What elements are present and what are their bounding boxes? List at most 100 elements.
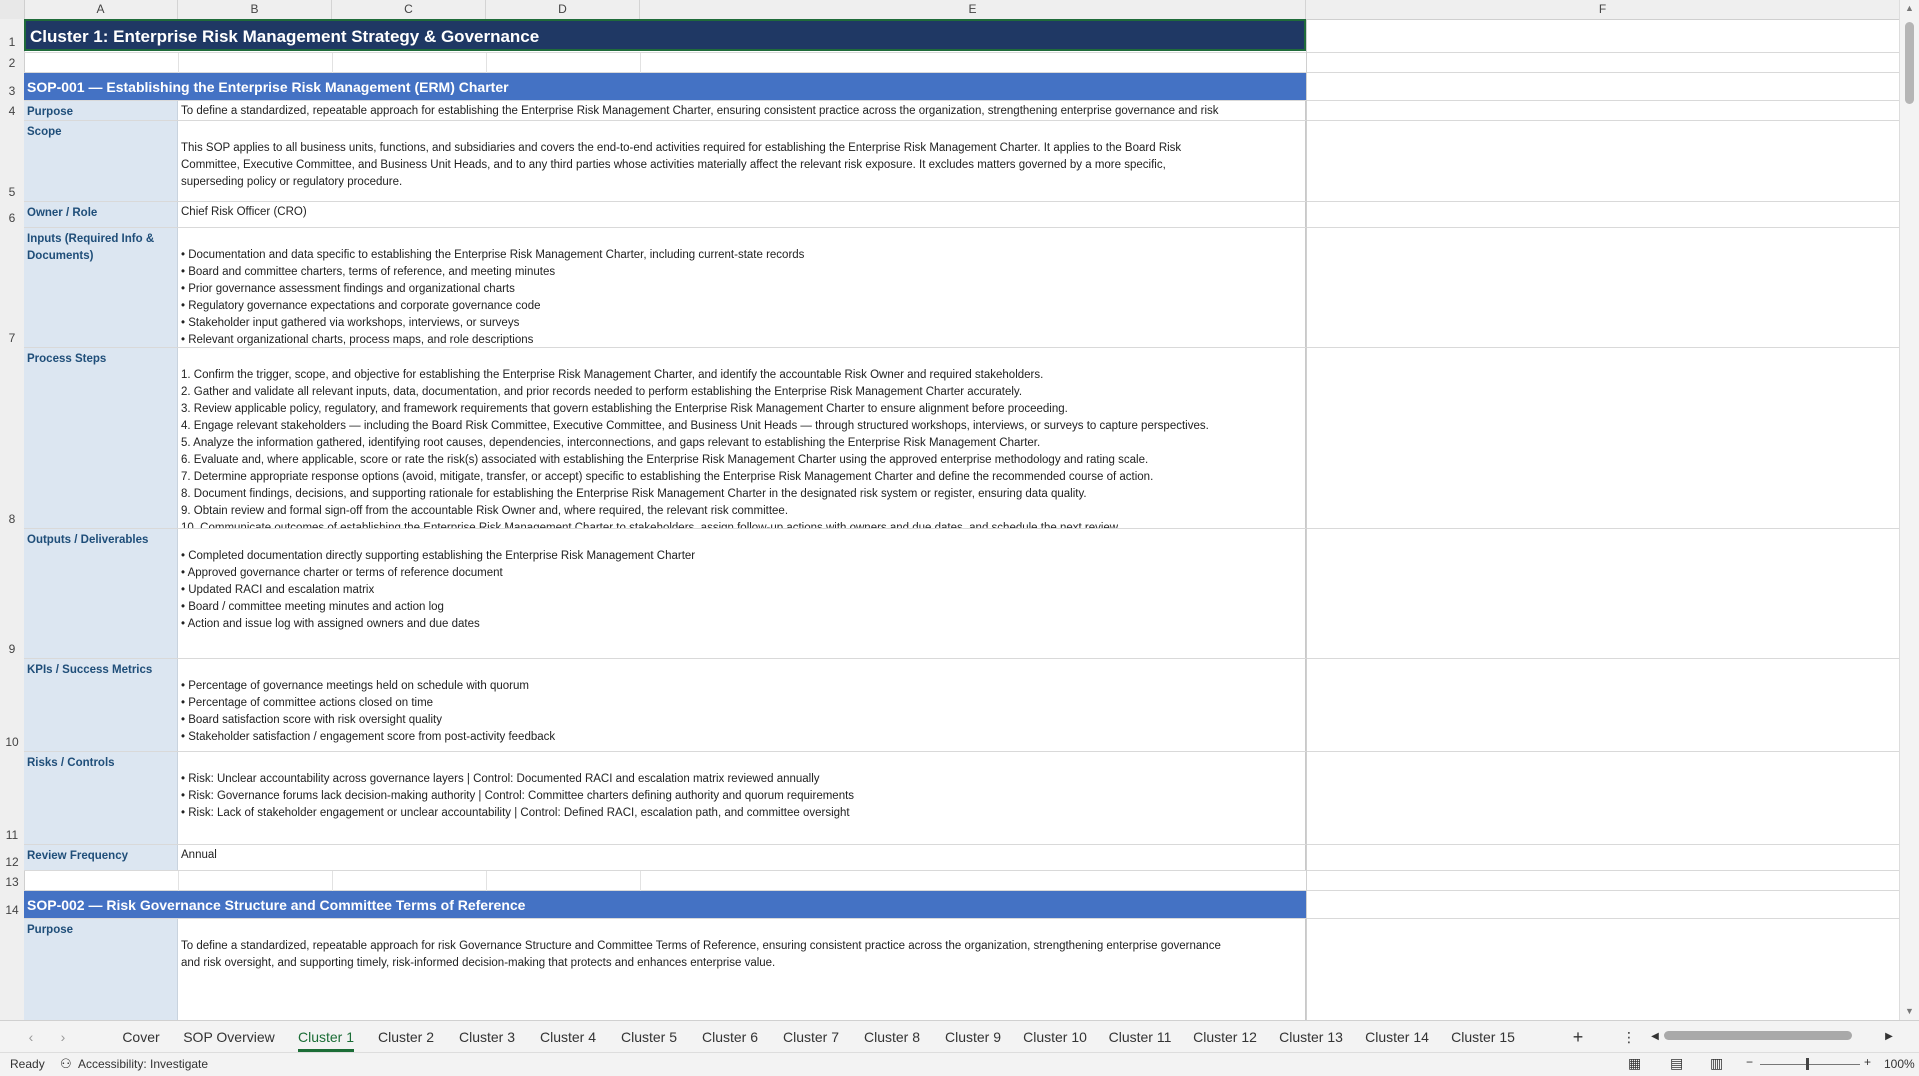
page-break-preview-icon[interactable]: ▥ <box>1710 1055 1723 1072</box>
tab-cluster-4[interactable]: Cluster 4 <box>538 1021 598 1053</box>
row-number[interactable]: 13 <box>0 875 24 889</box>
row-number[interactable]: 7 <box>0 331 24 345</box>
row-5: Scope This SOP applies to all business u… <box>24 121 1900 202</box>
row-10: KPIs / Success Metrics • Percentage of g… <box>24 659 1900 752</box>
row-number[interactable]: 1 <box>0 35 24 49</box>
sop-002-header[interactable]: SOP-002 — Risk Governance Structure and … <box>24 891 1306 918</box>
tab-cluster-3[interactable]: Cluster 3 <box>457 1021 517 1053</box>
zoom-in-icon[interactable]: + <box>1864 1055 1871 1069</box>
tab-cluster-1[interactable]: Cluster 1 <box>296 1021 356 1053</box>
sop2-purpose-value[interactable]: To define a standardized, repeatable app… <box>178 919 1306 1020</box>
row-number[interactable]: 5 <box>0 185 24 199</box>
tab-sop-overview[interactable]: SOP Overview <box>182 1021 276 1053</box>
sheet-tab-bar: ‹ › Cover SOP Overview Cluster 1 Cluster… <box>0 1020 1919 1053</box>
row-9: Outputs / Deliverables • Completed docum… <box>24 529 1900 659</box>
row-13 <box>24 871 1900 891</box>
inputs-value[interactable]: • Documentation and data specific to est… <box>178 228 1306 347</box>
normal-view-icon[interactable]: ▦ <box>1628 1055 1641 1072</box>
column-header-c[interactable]: C <box>332 0 486 19</box>
row-7: Inputs (Required Info & Documents) • Doc… <box>24 228 1900 348</box>
accessibility-status[interactable]: Accessibility: Investigate <box>78 1057 208 1071</box>
accessibility-icon: ⚇ <box>60 1056 72 1071</box>
column-header-d[interactable]: D <box>486 0 640 19</box>
column-header-b[interactable]: B <box>178 0 332 19</box>
tab-cluster-2[interactable]: Cluster 2 <box>376 1021 436 1053</box>
zoom-slider[interactable] <box>1760 1064 1860 1065</box>
row-14: SOP-002 — Risk Governance Structure and … <box>24 891 1900 919</box>
process-steps-label[interactable]: Process Steps <box>24 348 178 528</box>
scope-value[interactable]: This SOP applies to all business units, … <box>178 121 1306 201</box>
tab-cluster-8[interactable]: Cluster 8 <box>862 1021 922 1053</box>
page-layout-icon[interactable]: ▤ <box>1670 1055 1683 1072</box>
column-header-bar: A B C D E F <box>0 0 1919 20</box>
risks-label[interactable]: Risks / Controls <box>24 752 178 844</box>
prev-sheet-icon[interactable]: ‹ <box>24 1021 38 1053</box>
row-11: Risks / Controls • Risk: Unclear account… <box>24 752 1900 845</box>
kpis-label[interactable]: KPIs / Success Metrics <box>24 659 178 751</box>
sop-001-header[interactable]: SOP-001 — Establishing the Enterprise Ri… <box>24 73 1306 100</box>
review-frequency-label[interactable]: Review Frequency <box>24 845 178 870</box>
row-6: Owner / Role Chief Risk Officer (CRO) <box>24 202 1900 228</box>
zoom-out-icon[interactable]: − <box>1746 1055 1753 1069</box>
row-12: Review Frequency Annual <box>24 845 1900 871</box>
outputs-label[interactable]: Outputs / Deliverables <box>24 529 178 658</box>
tab-cluster-9[interactable]: Cluster 9 <box>943 1021 1003 1053</box>
tab-cover[interactable]: Cover <box>118 1021 164 1053</box>
sop2-purpose-label[interactable]: Purpose <box>24 919 178 1020</box>
tab-cluster-14[interactable]: Cluster 14 <box>1362 1021 1432 1053</box>
ready-status: Ready <box>10 1057 45 1071</box>
tab-cluster-11[interactable]: Cluster 11 <box>1105 1021 1175 1053</box>
column-header-f[interactable]: F <box>1306 0 1900 19</box>
next-sheet-icon[interactable]: › <box>56 1021 70 1053</box>
risks-value[interactable]: • Risk: Unclear accountability across go… <box>178 752 1306 844</box>
row-number[interactable]: 10 <box>0 735 24 749</box>
row-number[interactable]: 11 <box>0 828 24 842</box>
vertical-scrollbar[interactable]: ▲ ▼ <box>1899 0 1919 1020</box>
row-number[interactable]: 6 <box>0 211 24 225</box>
review-frequency-value[interactable]: Annual <box>178 845 1306 870</box>
row-number[interactable]: 2 <box>0 56 24 70</box>
process-steps-value[interactable]: 1. Confirm the trigger, scope, and objec… <box>178 348 1306 528</box>
scroll-left-icon[interactable]: ◀ <box>1648 1021 1662 1053</box>
purpose-value[interactable]: To define a standardized, repeatable app… <box>178 101 1306 120</box>
tab-cluster-13[interactable]: Cluster 13 <box>1276 1021 1346 1053</box>
spreadsheet-grid[interactable]: Cluster 1: Enterprise Risk Management St… <box>24 19 1900 1020</box>
row-2 <box>24 53 1900 73</box>
scroll-down-icon[interactable]: ▼ <box>1900 1006 1919 1016</box>
add-sheet-icon[interactable]: + <box>1568 1021 1588 1053</box>
owner-label[interactable]: Owner / Role <box>24 202 178 227</box>
row-1: Cluster 1: Enterprise Risk Management St… <box>24 19 1900 53</box>
vertical-scroll-thumb[interactable] <box>1905 22 1914 104</box>
row-3: SOP-001 — Establishing the Enterprise Ri… <box>24 73 1900 101</box>
row-4: Purpose To define a standardized, repeat… <box>24 101 1900 121</box>
tab-cluster-15[interactable]: Cluster 15 <box>1448 1021 1518 1053</box>
row-number[interactable]: 4 <box>0 104 24 118</box>
tab-cluster-10[interactable]: Cluster 10 <box>1020 1021 1090 1053</box>
inputs-label[interactable]: Inputs (Required Info & Documents) <box>24 228 178 347</box>
scroll-up-icon[interactable]: ▲ <box>1900 3 1919 13</box>
owner-value[interactable]: Chief Risk Officer (CRO) <box>178 202 1306 227</box>
tab-cluster-5[interactable]: Cluster 5 <box>619 1021 679 1053</box>
tab-cluster-6[interactable]: Cluster 6 <box>700 1021 760 1053</box>
row-number[interactable]: 12 <box>0 855 24 869</box>
scope-label[interactable]: Scope <box>24 121 178 201</box>
row-number[interactable]: 9 <box>0 642 24 656</box>
row-number[interactable]: 8 <box>0 512 24 526</box>
scroll-right-icon[interactable]: ▶ <box>1882 1021 1896 1053</box>
select-all-corner[interactable] <box>0 0 25 19</box>
zoom-slider-thumb[interactable] <box>1806 1058 1809 1070</box>
more-options-icon[interactable]: ⋮ <box>1622 1021 1636 1053</box>
tab-cluster-7[interactable]: Cluster 7 <box>781 1021 841 1053</box>
row-number[interactable]: 3 <box>0 84 24 98</box>
zoom-level[interactable]: 100% <box>1884 1057 1915 1071</box>
outputs-value[interactable]: • Completed documentation directly suppo… <box>178 529 1306 658</box>
status-bar: Ready ⚇ Accessibility: Investigate ▦ ▤ ▥… <box>0 1052 1919 1076</box>
column-header-e[interactable]: E <box>640 0 1306 19</box>
row-number[interactable]: 14 <box>0 903 24 917</box>
column-header-a[interactable]: A <box>24 0 178 19</box>
cluster-title-cell[interactable]: Cluster 1: Enterprise Risk Management St… <box>24 19 1306 51</box>
tab-cluster-12[interactable]: Cluster 12 <box>1190 1021 1260 1053</box>
kpis-value[interactable]: • Percentage of governance meetings held… <box>178 659 1306 751</box>
purpose-label[interactable]: Purpose <box>24 101 178 120</box>
horizontal-scroll-thumb[interactable] <box>1664 1031 1852 1040</box>
